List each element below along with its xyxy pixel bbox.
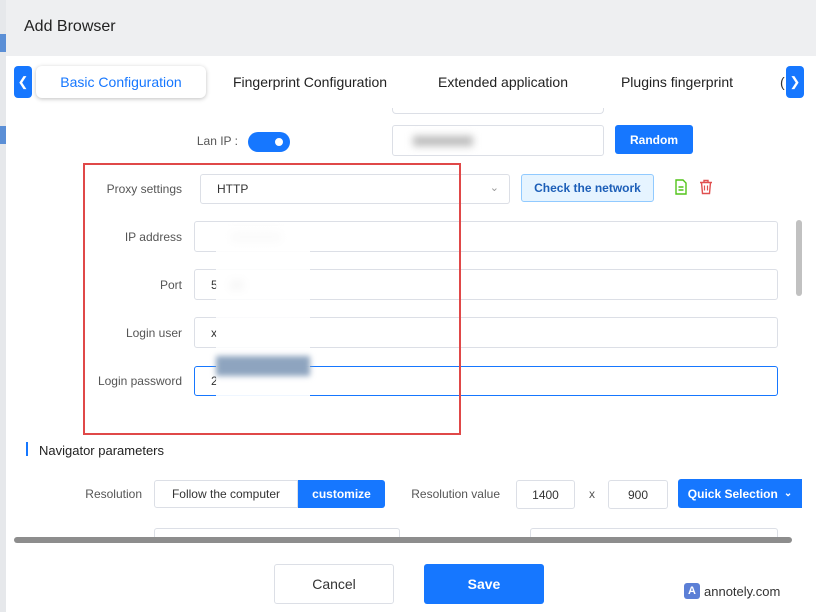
tab-prev-button[interactable]: ❮	[14, 66, 32, 98]
annotely-watermark: A annotely.com	[684, 576, 814, 606]
copy-document-icon[interactable]	[674, 179, 688, 195]
annotely-logo-icon: A	[684, 583, 700, 599]
random-button[interactable]: Random	[615, 125, 693, 154]
trash-icon[interactable]	[699, 179, 713, 195]
previous-field-edge	[392, 108, 604, 114]
chevron-left-icon: ❮	[17, 74, 29, 89]
chevron-right-icon: ❯	[789, 74, 801, 89]
dialog-title: Add Browser	[24, 18, 116, 35]
tab-next-button[interactable]: ❯	[786, 66, 804, 98]
chevron-down-icon: ⌄	[489, 182, 499, 194]
tab-extended-application[interactable]: Extended application	[420, 66, 586, 98]
tab-plugins-fingerprint[interactable]: Plugins fingerprint	[602, 66, 752, 98]
redacted-ip	[413, 135, 473, 146]
cancel-button[interactable]: Cancel	[274, 564, 394, 604]
resolution-height-input[interactable]: 900	[608, 480, 668, 509]
watermark-text: annotely.com	[704, 583, 781, 599]
tab-basic-configuration[interactable]: Basic Configuration	[36, 66, 206, 98]
tab-fingerprint-configuration[interactable]: Fingerprint Configuration	[218, 66, 402, 98]
config-tabbar: ❮ Basic Configuration Fingerprint Config…	[6, 56, 816, 108]
chevron-down-icon: ⌄	[783, 488, 793, 499]
horizontal-scrollbar[interactable]	[14, 537, 792, 543]
times-symbol: x	[589, 487, 595, 501]
resolution-follow-computer[interactable]: Follow the computer	[154, 480, 298, 508]
quick-selection-label: Quick Selection	[687, 486, 778, 501]
resolution-width-input[interactable]: 1400	[516, 480, 575, 509]
section-accent-bar	[26, 442, 28, 456]
resolution-label: Resolution	[85, 487, 142, 501]
resolution-width-value: 1400	[532, 487, 559, 502]
form-content: Lan IP : Random Proxy settings HTTP ⌄ Ch…	[6, 108, 816, 542]
resolution-height-value: 900	[627, 487, 649, 502]
lan-ip-label: Lan IP :	[196, 134, 238, 148]
quick-selection-button[interactable]: Quick Selection ⌄	[678, 479, 802, 508]
toggle-knob	[272, 135, 286, 149]
vertical-scrollbar[interactable]	[796, 220, 802, 296]
check-network-button[interactable]: Check the network	[521, 174, 654, 202]
lan-ip-input[interactable]	[392, 125, 604, 156]
resolution-value-label: Resolution value	[411, 487, 500, 501]
dialog-header: Add Browser	[6, 0, 816, 56]
navigator-parameters-title: Navigator parameters	[39, 443, 164, 458]
lan-ip-toggle[interactable]	[248, 132, 290, 152]
save-button[interactable]: Save	[424, 564, 544, 604]
annotation-highlight-box	[83, 163, 461, 435]
resolution-customize[interactable]: customize	[298, 480, 385, 508]
add-browser-dialog: Add Browser ❮ Basic Configuration Finger…	[6, 0, 816, 612]
